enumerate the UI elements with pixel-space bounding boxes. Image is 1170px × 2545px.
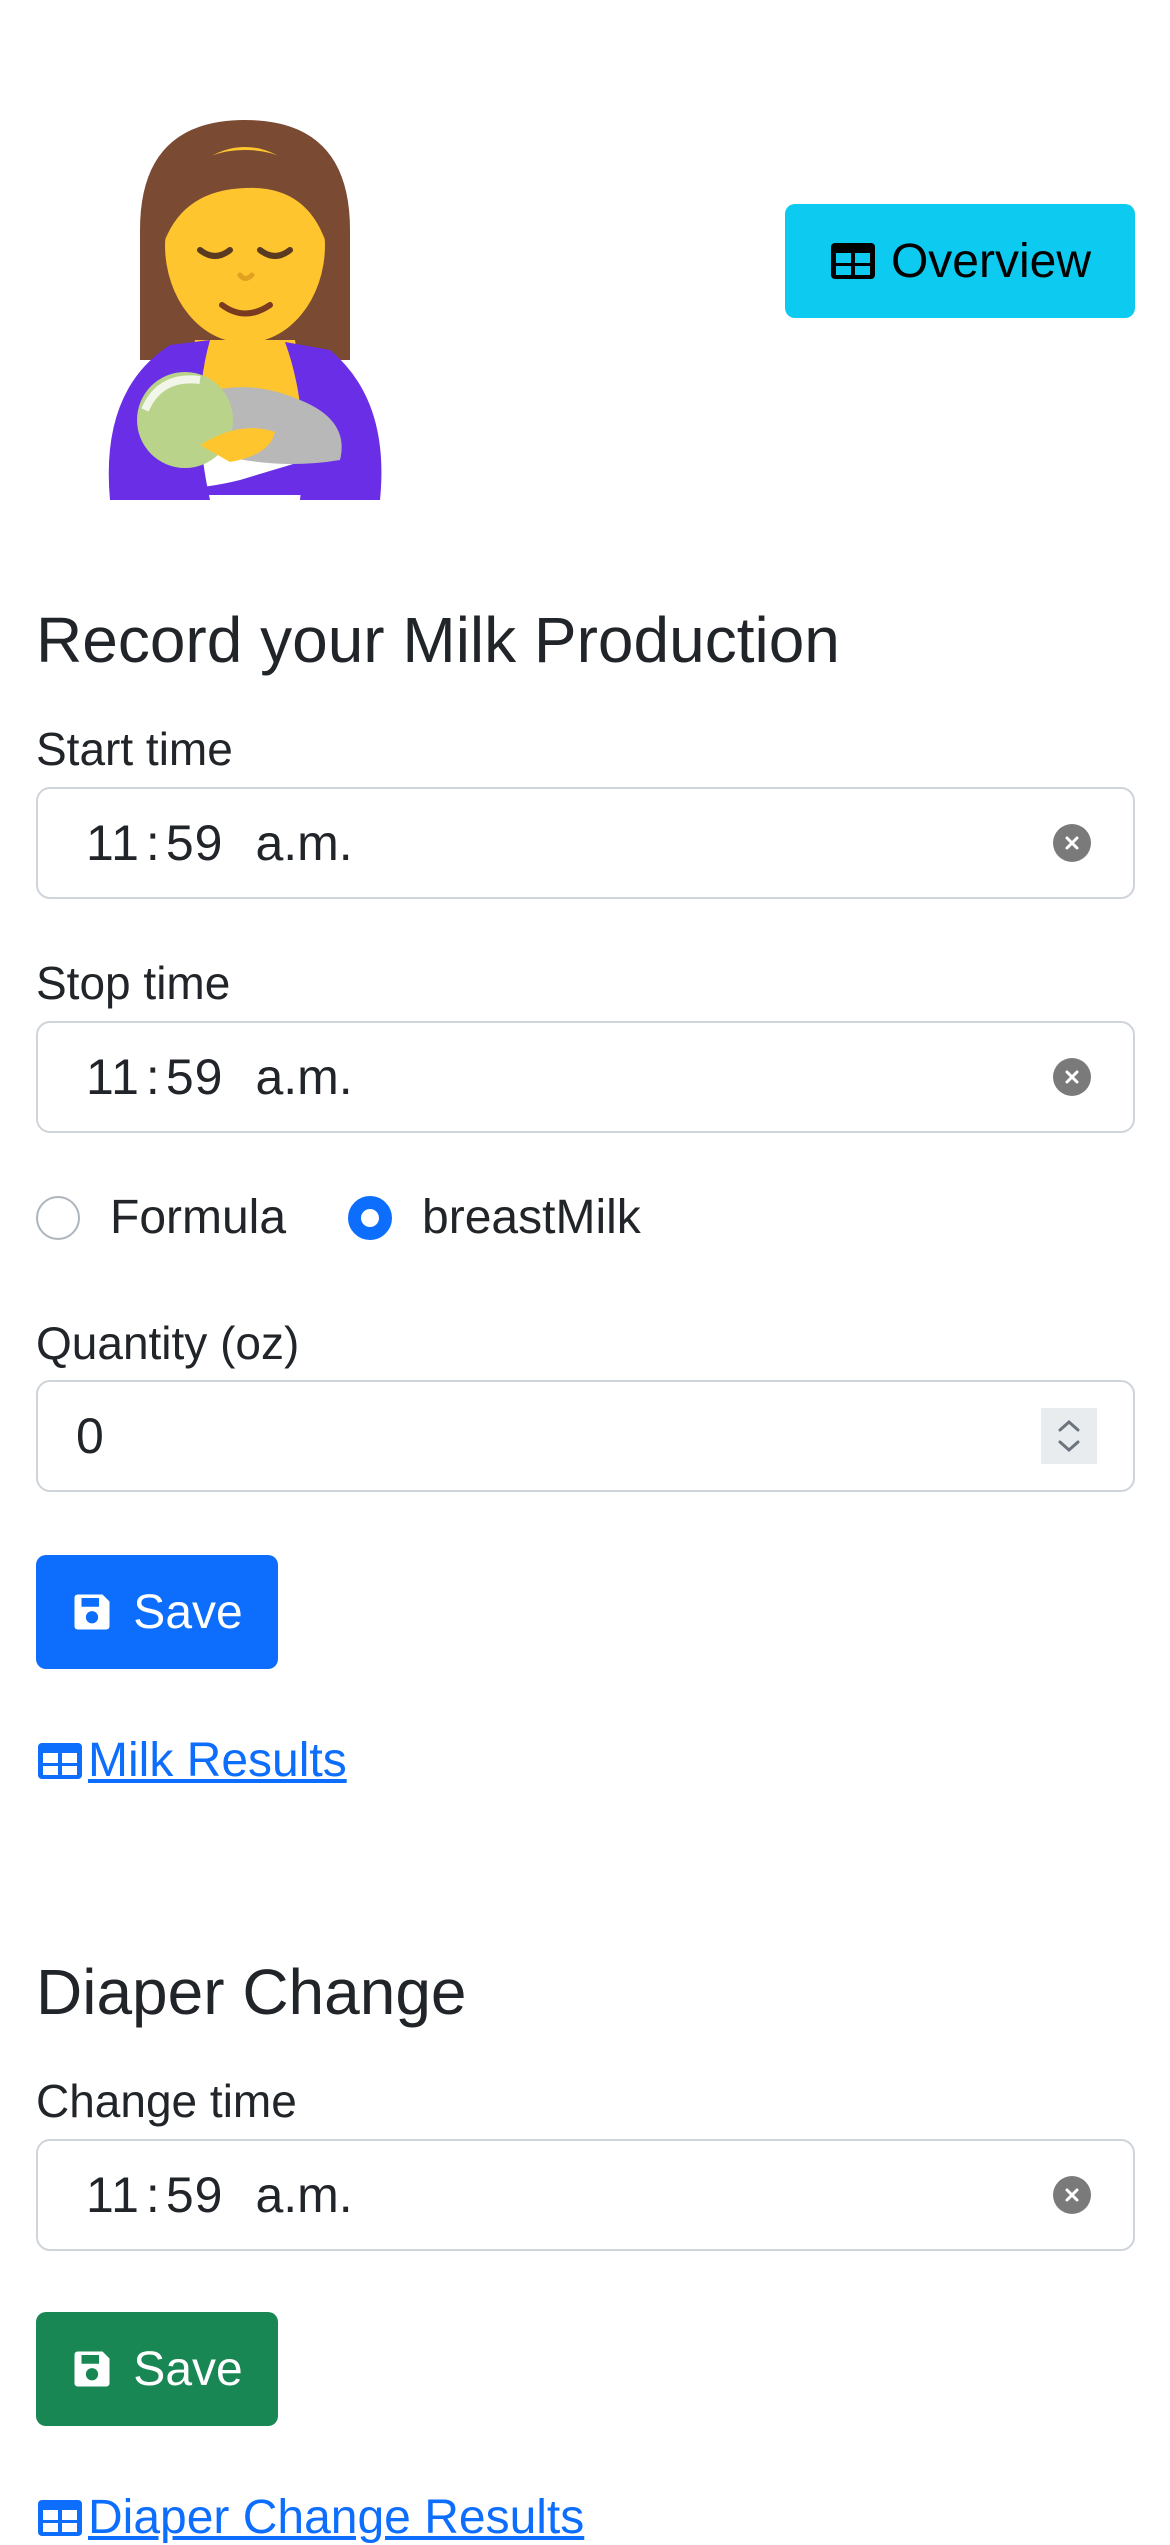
formula-radio-label[interactable]: Formula <box>110 1190 286 1245</box>
spinner-icon[interactable] <box>1041 1408 1097 1464</box>
change-time-label: Change time <box>36 2075 297 2127</box>
breastmilk-option[interactable]: breastMilk <box>348 1190 641 1245</box>
diaper-section-title: Diaper Change <box>36 1956 467 2028</box>
change-time-minute[interactable]: 59 <box>166 2166 224 2224</box>
start-time-minute[interactable]: 59 <box>166 814 224 872</box>
start-time-label: Start time <box>36 723 233 775</box>
clear-icon[interactable] <box>1053 824 1091 862</box>
start-time-ampm[interactable]: a.m. <box>255 814 352 872</box>
time-separator: : <box>145 1049 160 1105</box>
save-icon <box>74 1594 110 1630</box>
start-time-hour[interactable]: 11 <box>86 814 140 872</box>
formula-radio[interactable] <box>36 1195 80 1240</box>
breastfeeding-woman-icon <box>100 110 390 500</box>
table-icon <box>830 243 875 279</box>
quantity-input[interactable]: 0 <box>36 1380 1135 1492</box>
milk-save-label: Save <box>133 1585 243 1639</box>
formula-option[interactable]: Formula <box>36 1190 286 1245</box>
milk-section-title: Record your Milk Production <box>36 604 840 676</box>
clear-icon[interactable] <box>1053 1058 1091 1096</box>
diaper-save-button[interactable]: Save <box>36 2312 278 2426</box>
milk-results-label[interactable]: Milk Results <box>88 1733 347 1788</box>
diaper-results-link[interactable]: Diaper Change Results <box>36 2490 584 2545</box>
overview-button-label: Overview <box>890 234 1092 288</box>
diaper-save-label: Save <box>133 2342 243 2396</box>
milk-save-button[interactable]: Save <box>36 1555 278 1669</box>
overview-button[interactable]: Overview <box>785 204 1135 318</box>
time-separator: : <box>145 815 160 871</box>
stop-time-ampm[interactable]: a.m. <box>255 1048 352 1106</box>
breastmilk-radio-label[interactable]: breastMilk <box>422 1190 641 1245</box>
start-time-input[interactable]: 11 : 59 a.m. <box>36 787 1135 899</box>
change-time-ampm[interactable]: a.m. <box>255 2166 352 2224</box>
stop-time-input[interactable]: 11 : 59 a.m. <box>36 1021 1135 1133</box>
clear-icon[interactable] <box>1053 2176 1091 2214</box>
time-separator: : <box>145 2167 160 2223</box>
quantity-label: Quantity (oz) <box>36 1317 300 1369</box>
diaper-results-label[interactable]: Diaper Change Results <box>88 2490 584 2545</box>
stop-time-hour[interactable]: 11 <box>86 1048 140 1106</box>
quantity-value[interactable]: 0 <box>76 1407 104 1465</box>
milk-type-radio-group: Formula breastMilk <box>36 1190 641 1245</box>
change-time-input[interactable]: 11 : 59 a.m. <box>36 2139 1135 2251</box>
save-icon <box>74 2351 110 2387</box>
change-time-hour[interactable]: 11 <box>86 2166 140 2224</box>
page: Overview Record your Milk Production Sta… <box>0 0 1170 2544</box>
table-icon <box>38 1742 82 1779</box>
stop-time-minute[interactable]: 59 <box>166 1048 224 1106</box>
breastmilk-radio[interactable] <box>348 1195 393 1240</box>
stop-time-label: Stop time <box>36 957 231 1009</box>
milk-results-link[interactable]: Milk Results <box>36 1733 347 1788</box>
